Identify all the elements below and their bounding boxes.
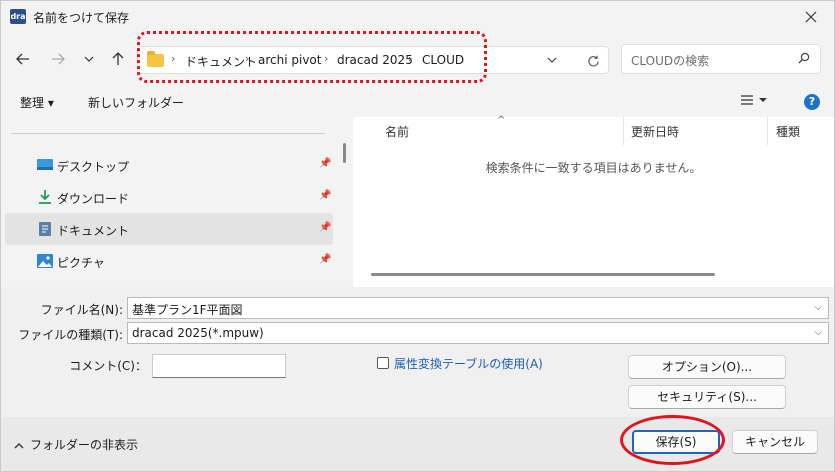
security-button[interactable]: セキュリティ(S)... <box>628 385 786 409</box>
refresh-icon <box>587 55 599 66</box>
filename-label: ファイル名(N): <box>40 303 123 317</box>
forward-button[interactable] <box>46 47 70 71</box>
sidebar-item-documents[interactable]: ドキュメント 📌 <box>5 213 333 245</box>
attr-table-checkbox-label[interactable]: 属性変換テーブルの使用(A) <box>394 355 543 372</box>
arrow-left-icon <box>16 53 29 65</box>
search-placeholder: CLOUDの検索 <box>631 54 710 68</box>
annotation-highlight-save <box>620 415 725 465</box>
column-header-modified[interactable]: 更新日時 <box>631 123 679 140</box>
options-button[interactable]: オプション(O)... <box>628 355 786 379</box>
pictures-icon <box>37 254 53 268</box>
cancel-button[interactable]: キャンセル <box>732 430 818 454</box>
search-box[interactable]: CLOUDの検索 <box>621 44 821 74</box>
up-button[interactable] <box>106 47 130 71</box>
app-icon: dra <box>10 9 26 24</box>
filename-value: 基準プラン1F平面図 <box>132 303 243 317</box>
documents-icon <box>39 222 51 236</box>
sidebar-item-downloads[interactable]: ダウンロード 📌 <box>5 181 333 213</box>
arrow-up-icon <box>112 52 124 65</box>
hide-folders-label: フォルダーの非表示 <box>30 438 139 452</box>
sidebar-item-desktop[interactable]: デスクトップ 📌 <box>5 149 333 181</box>
back-button[interactable] <box>11 47 35 71</box>
chevron-down-icon <box>84 56 94 62</box>
help-icon[interactable]: ? <box>804 94 820 110</box>
chevron-down-icon <box>547 57 557 63</box>
chevron-up-icon <box>14 443 24 449</box>
nav-scrollbar[interactable] <box>337 117 353 287</box>
chevron-down-icon[interactable]: ⌵ <box>814 302 822 313</box>
comment-label: コメント(C)： <box>69 359 147 373</box>
new-folder-button[interactable]: 新しいフォルダー <box>88 94 184 111</box>
hide-folders-button[interactable]: フォルダーの非表示 <box>14 436 138 453</box>
navigation-pane: デスクトップ 📌 ダウンロード 📌 ドキュメント 📌 ピクチャ 📌 <box>1 117 337 287</box>
command-bar: 整理 ▾ 新しいフォルダー ? <box>1 85 834 117</box>
pin-icon: 📌 <box>319 190 332 201</box>
column-divider[interactable] <box>767 117 768 145</box>
list-view-icon <box>741 95 767 105</box>
filename-field[interactable]: 基準プラン1F平面図 ⌵ <box>127 297 829 319</box>
file-list: ^ 名前 更新日時 種類 検索条件に一致する項目はありません。 <box>353 115 834 287</box>
column-header-name[interactable]: 名前 <box>385 123 409 140</box>
horizontal-scrollbar[interactable] <box>371 273 715 276</box>
scrollbar-thumb[interactable] <box>343 143 346 163</box>
filetype-value: dracad 2025(*.mpuw) <box>132 326 264 340</box>
close-icon <box>805 11 817 23</box>
dialog-title: 名前をつけて保存 <box>33 11 130 25</box>
arrow-right-icon <box>52 53 65 65</box>
title-bar: dra 名前をつけて保存 <box>1 1 834 33</box>
empty-message: 検索条件に一致する項目はありません。 <box>485 161 702 175</box>
save-form: ファイル名(N): 基準プラン1F平面図 ⌵ ファイルの種類(T): draca… <box>1 287 834 417</box>
attr-table-checkbox[interactable] <box>377 357 389 369</box>
address-history-dropdown[interactable] <box>547 53 557 66</box>
nav-divider <box>11 133 325 134</box>
sort-arrow-icon: ^ <box>497 115 506 126</box>
browser-area: デスクトップ 📌 ダウンロード 📌 ドキュメント 📌 ピクチャ 📌 ^ 名前 更… <box>1 115 834 287</box>
chevron-down-icon[interactable]: ⌵ <box>814 327 822 338</box>
sidebar-item-pictures[interactable]: ピクチャ 📌 <box>5 245 333 277</box>
organize-menu[interactable]: 整理 ▾ <box>20 94 54 111</box>
desktop-icon <box>37 159 53 170</box>
sidebar-item-label: ピクチャ <box>57 256 105 270</box>
filetype-label: ファイルの種類(T): <box>18 328 123 342</box>
close-button[interactable] <box>788 1 834 33</box>
download-icon <box>39 190 51 204</box>
view-options-button[interactable] <box>741 94 769 108</box>
recent-locations-button[interactable] <box>77 47 101 71</box>
comment-field[interactable] <box>152 354 286 378</box>
annotation-highlight-address <box>137 31 487 83</box>
sidebar-item-label: ダウンロード <box>57 192 130 206</box>
pin-icon: 📌 <box>319 222 332 233</box>
column-header-type[interactable]: 種類 <box>776 123 800 140</box>
column-divider[interactable] <box>623 117 624 145</box>
sidebar-item-label: ドキュメント <box>57 224 130 238</box>
search-icon <box>798 52 810 67</box>
refresh-button[interactable] <box>582 50 604 72</box>
pin-icon: 📌 <box>319 254 332 265</box>
pin-icon: 📌 <box>319 158 332 169</box>
sidebar-item-label: デスクトップ <box>57 160 130 174</box>
filetype-select[interactable]: dracad 2025(*.mpuw) ⌵ <box>127 322 829 344</box>
